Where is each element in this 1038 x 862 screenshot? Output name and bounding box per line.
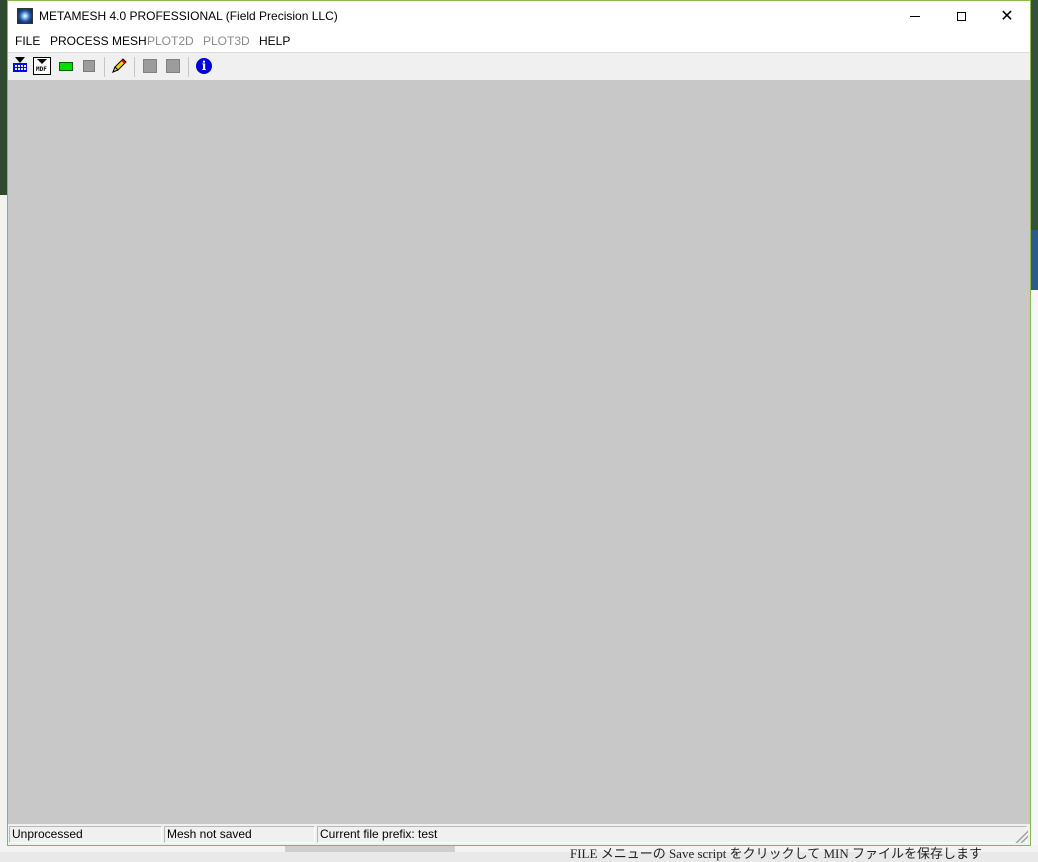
menu-plot3d[interactable]: PLOT3D bbox=[203, 34, 250, 48]
mesh-grid-icon bbox=[13, 63, 27, 72]
edit-script-button[interactable] bbox=[110, 57, 128, 75]
load-mesh-button[interactable] bbox=[11, 57, 29, 75]
resize-grip-icon[interactable] bbox=[1014, 829, 1028, 843]
disabled-save-icon bbox=[83, 60, 95, 72]
background-window-header bbox=[1030, 230, 1038, 290]
toolbar: MDF i bbox=[8, 52, 1030, 80]
window-title: METAMESH 4.0 PROFESSIONAL (Field Precisi… bbox=[39, 9, 338, 23]
disabled-plot2d-icon bbox=[143, 59, 157, 73]
plot2d-button[interactable] bbox=[142, 57, 160, 75]
title-bar[interactable]: METAMESH 4.0 PROFESSIONAL (Field Precisi… bbox=[8, 1, 1030, 32]
pencil-icon bbox=[112, 58, 127, 73]
close-icon: ✕ bbox=[1000, 7, 1014, 25]
green-run-icon bbox=[59, 62, 73, 71]
maximize-icon bbox=[956, 12, 966, 21]
desktop-wallpaper-right bbox=[1030, 0, 1038, 230]
graphics-canvas[interactable] bbox=[8, 80, 1030, 824]
menu-bar: FILE PROCESS MESH PLOT2D PLOT3D HELP bbox=[8, 32, 1030, 52]
mdf-arrow-icon bbox=[37, 59, 47, 64]
status-bar: Unprocessed Mesh not saved Current file … bbox=[8, 824, 1030, 845]
status-process-state: Unprocessed bbox=[9, 826, 162, 843]
load-mdf-button[interactable]: MDF bbox=[33, 57, 51, 75]
minimize-button[interactable] bbox=[892, 1, 938, 32]
process-mesh-button[interactable] bbox=[58, 57, 76, 75]
info-button[interactable]: i bbox=[195, 57, 213, 75]
menu-help[interactable]: HELP bbox=[259, 34, 290, 48]
menu-file[interactable]: FILE bbox=[15, 34, 40, 48]
menu-process-mesh[interactable]: PROCESS MESH bbox=[50, 34, 147, 48]
status-save-state: Mesh not saved bbox=[164, 826, 315, 843]
metamesh-window: METAMESH 4.0 PROFESSIONAL (Field Precisi… bbox=[7, 0, 1031, 846]
save-mesh-button[interactable] bbox=[81, 57, 99, 75]
toolbar-separator bbox=[134, 57, 135, 77]
info-icon: i bbox=[196, 58, 212, 74]
toolbar-separator bbox=[104, 57, 105, 77]
mdf-icon-label: MDF bbox=[36, 66, 47, 73]
minimize-icon bbox=[910, 16, 920, 17]
plot3d-button[interactable] bbox=[165, 57, 183, 75]
app-icon[interactable] bbox=[17, 8, 33, 24]
close-button[interactable]: ✕ bbox=[984, 1, 1030, 32]
status-file-prefix: Current file prefix: test bbox=[317, 826, 1027, 843]
mdf-file-icon: MDF bbox=[33, 57, 51, 75]
background-window-strip bbox=[285, 845, 455, 852]
toolbar-separator bbox=[188, 57, 189, 77]
menu-plot2d[interactable]: PLOT2D bbox=[147, 34, 194, 48]
maximize-button[interactable] bbox=[938, 1, 984, 32]
disabled-plot3d-icon bbox=[166, 59, 180, 73]
